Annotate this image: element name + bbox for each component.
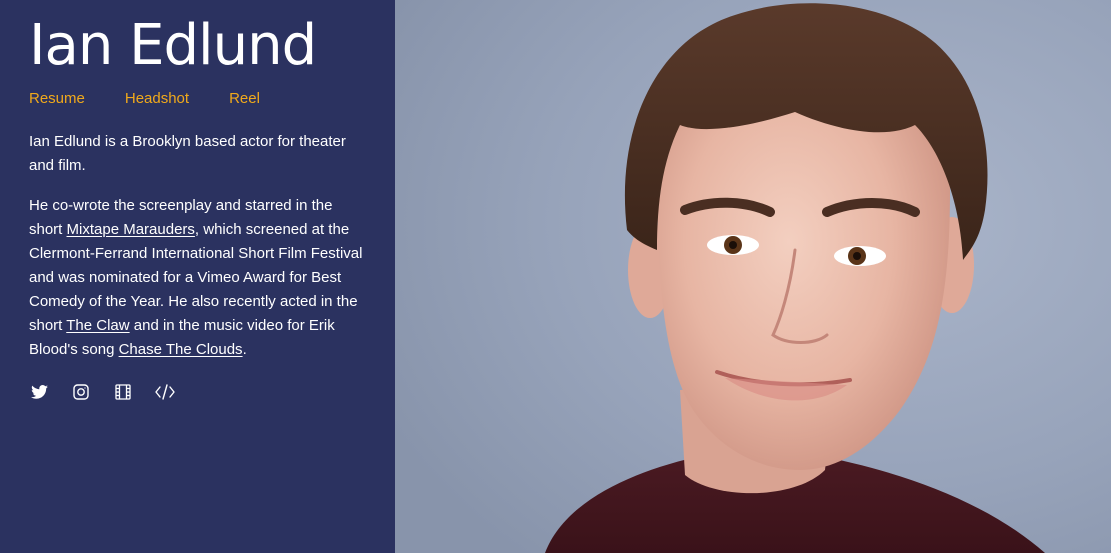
film-icon[interactable] <box>113 382 133 402</box>
bio-paragraph-intro: Ian Edlund is a Brooklyn based actor for… <box>29 133 346 174</box>
social-links <box>29 382 367 402</box>
link-the-claw[interactable]: The Claw <box>66 317 129 334</box>
twitter-icon[interactable] <box>29 382 49 402</box>
portrait-illustration <box>395 0 1111 553</box>
site-title: Ian Edlund <box>29 13 317 78</box>
bio: Ian Edlund is a Brooklyn based actor for… <box>29 130 367 362</box>
headshot-photo <box>395 0 1111 553</box>
main-nav: Resume Headshot Reel <box>29 90 367 112</box>
page: Ian Edlund Resume Headshot Reel Ian Edlu… <box>0 0 1111 553</box>
link-mixtape-marauders[interactable]: Mixtape Marauders <box>67 221 195 238</box>
nav-link-resume[interactable]: Resume <box>29 90 85 112</box>
instagram-icon[interactable] <box>71 382 91 402</box>
link-chase-the-clouds[interactable]: Chase The Clouds <box>119 341 243 358</box>
bio-text-segment: . <box>242 341 247 358</box>
nav-link-reel[interactable]: Reel <box>229 90 260 112</box>
bio-paragraph-credits: He co-wrote the screenplay and starred i… <box>29 194 367 362</box>
code-icon[interactable] <box>155 382 175 402</box>
nav-link-headshot[interactable]: Headshot <box>125 90 189 112</box>
sidebar: Ian Edlund Resume Headshot Reel Ian Edlu… <box>0 0 395 553</box>
